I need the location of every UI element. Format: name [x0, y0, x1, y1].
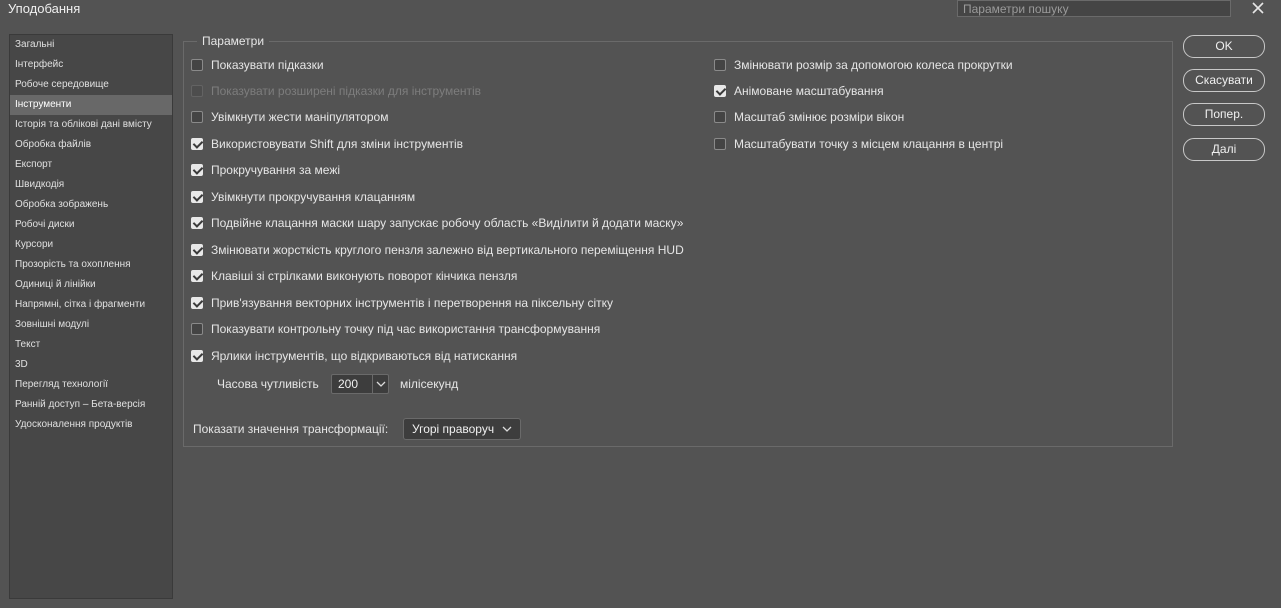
option-zoom-scroll-wheel[interactable]: Змінювати розмір за допомогою колеса про… [714, 58, 1013, 72]
sidebar-item-product-improvement[interactable]: Удосконалення продуктів [10, 415, 172, 435]
checkmark-icon[interactable] [191, 164, 203, 176]
category-sidebar: Загальні Інтерфейс Робоче середовище Інс… [9, 34, 173, 599]
next-button[interactable]: Далі [1183, 138, 1265, 161]
checkmark-icon[interactable] [191, 191, 203, 203]
transform-values-dropdown[interactable]: Угорі праворуч [403, 418, 521, 440]
checkmark-icon[interactable] [191, 217, 203, 229]
sidebar-item-workspace[interactable]: Робоче середовище [10, 75, 172, 95]
sidebar-item-performance[interactable]: Швидкодія [10, 175, 172, 195]
sensitivity-stepper[interactable]: 200 [331, 374, 389, 394]
cancel-button[interactable]: Скасувати [1183, 69, 1265, 92]
sidebar-item-technology-previews[interactable]: Перегляд технології [10, 375, 172, 395]
previous-button[interactable]: Попер. [1183, 103, 1265, 126]
option-label: Показувати контрольну точку під час вико… [211, 322, 601, 336]
option-label: Прив'язування векторних інструментів і п… [211, 296, 614, 310]
option-rich-tooltips: Показувати розширені підказки для інстру… [191, 84, 481, 98]
checkmark-icon[interactable] [191, 270, 203, 282]
checkbox[interactable] [714, 138, 726, 150]
option-brush-hardness-hud[interactable]: Змінювати жорсткість круглого пензля зал… [191, 243, 684, 257]
sidebar-item-scratch-disks[interactable]: Робочі диски [10, 215, 172, 235]
chevron-down-icon[interactable] [372, 375, 388, 393]
sensitivity-value[interactable]: 200 [332, 377, 372, 391]
sidebar-item-tools[interactable]: Інструменти [10, 95, 172, 115]
option-label: Показувати розширені підказки для інстру… [211, 84, 482, 98]
option-label: Показувати підказки [211, 58, 324, 72]
sidebar-item-cursors[interactable]: Курсори [10, 235, 172, 255]
option-double-click-mask[interactable]: Подвійне клацання маски шару запускає ро… [191, 216, 683, 230]
checkmark-icon[interactable] [191, 350, 203, 362]
sidebar-item-3d[interactable]: 3D [10, 355, 172, 375]
option-zoom-resizes-windows[interactable]: Масштаб змінює розміри вікон [714, 110, 904, 124]
checkbox[interactable] [714, 59, 726, 71]
option-shift-tool-switch[interactable]: Використовувати Shift для зміни інструме… [191, 137, 463, 151]
option-label: Змінювати розмір за допомогою колеса про… [734, 58, 1013, 72]
sidebar-item-interface[interactable]: Інтерфейс [10, 55, 172, 75]
option-label: Масштаб змінює розміри вікон [734, 110, 905, 124]
sidebar-item-guides-grid[interactable]: Напрямні, сітка і фрагменти [10, 295, 172, 315]
sidebar-item-image-processing[interactable]: Обробка зображень [10, 195, 172, 215]
option-label: Ярлики інструментів, що відкриваються ві… [211, 349, 518, 363]
chevron-down-icon [502, 426, 516, 432]
option-show-reference-point[interactable]: Показувати контрольну точку під час вико… [191, 322, 600, 336]
window-title: Уподобання [8, 1, 81, 16]
option-overscroll[interactable]: Прокручування за межі [191, 163, 340, 177]
checkbox [191, 85, 203, 97]
checkmark-icon[interactable] [191, 244, 203, 256]
option-zoom-clicked-point[interactable]: Масштабувати точку з місцем клацання в ц… [714, 137, 1003, 151]
option-label: Анімоване масштабування [734, 84, 884, 98]
option-label: Подвійне клацання маски шару запускає ро… [211, 216, 684, 230]
checkbox[interactable] [191, 59, 203, 71]
checkmark-icon[interactable] [191, 297, 203, 309]
option-label: Використовувати Shift для зміни інструме… [211, 137, 464, 151]
option-animated-zoom[interactable]: Анімоване масштабування [714, 84, 884, 98]
checkmark-icon[interactable] [714, 85, 726, 97]
search-input[interactable] [957, 0, 1231, 17]
sidebar-item-early-access[interactable]: Ранній доступ – Бета-версія [10, 395, 172, 415]
close-icon[interactable] [1250, 0, 1266, 16]
transform-values-label: Показати значення трансформації: [193, 422, 389, 436]
sidebar-item-file-handling[interactable]: Обробка файлів [10, 135, 172, 155]
sidebar-item-history[interactable]: Історія та облікові дані вмісту [10, 115, 172, 135]
checkbox[interactable] [191, 111, 203, 123]
option-flick-panning[interactable]: Увімкнути прокручування клацанням [191, 190, 415, 204]
option-label: Увімкнути прокручування клацанням [211, 190, 416, 204]
title-bar: Уподобання [0, 0, 1281, 19]
option-label: Масштабувати точку з місцем клацання в ц… [734, 137, 1004, 151]
option-label: Прокручування за межі [211, 163, 341, 177]
checkbox[interactable] [714, 111, 726, 123]
sidebar-item-units-rulers[interactable]: Одиниці й лінійки [10, 275, 172, 295]
sensitivity-unit: мілісекунд [400, 377, 459, 391]
option-label: Змінювати жорсткість круглого пензля зал… [211, 243, 684, 257]
transform-values-selected: Угорі праворуч [412, 422, 495, 436]
checkbox[interactable] [191, 323, 203, 335]
option-label: Увімкнути жести маніпулятором [211, 110, 389, 124]
sidebar-item-export[interactable]: Експорт [10, 155, 172, 175]
sidebar-item-plugins[interactable]: Зовнішні модулі [10, 315, 172, 335]
sensitivity-label: Часова чутливість [217, 377, 319, 391]
sidebar-item-transparency[interactable]: Прозорість та охоплення [10, 255, 172, 275]
sidebar-item-general[interactable]: Загальні [10, 35, 172, 55]
option-arrow-keys-rotate[interactable]: Клавіші зі стрілками виконують поворот к… [191, 269, 517, 283]
option-label: Клавіші зі стрілками виконують поворот к… [211, 269, 518, 283]
checkmark-icon[interactable] [191, 138, 203, 150]
option-gestures[interactable]: Увімкнути жести маніпулятором [191, 110, 388, 124]
option-spring-loaded-tools[interactable]: Ярлики інструментів, що відкриваються ві… [191, 349, 517, 363]
option-snap-vector[interactable]: Прив'язування векторних інструментів і п… [191, 296, 613, 310]
sidebar-item-type[interactable]: Текст [10, 335, 172, 355]
ok-button[interactable]: OK [1183, 35, 1265, 58]
options-group-title: Параметри [197, 34, 270, 48]
option-show-tooltips[interactable]: Показувати підказки [191, 58, 324, 72]
